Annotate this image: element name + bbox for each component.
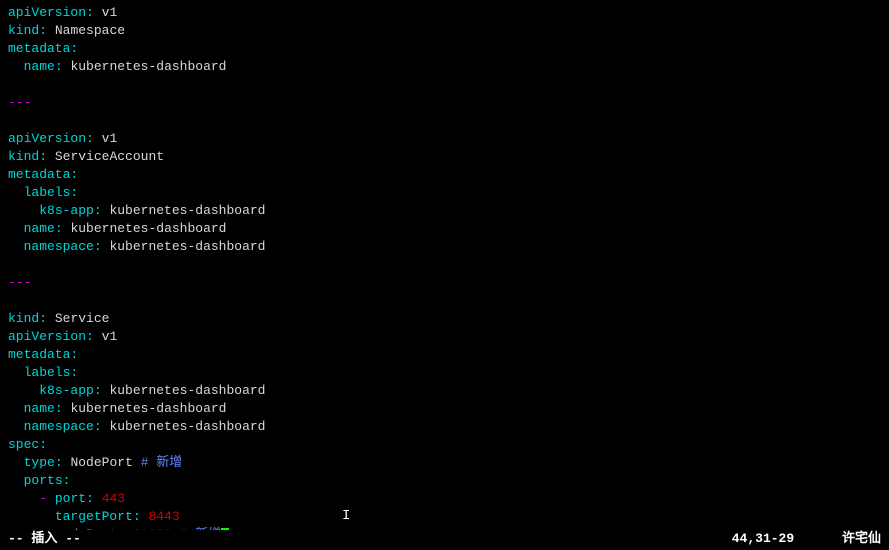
code-line: labels: [8,184,881,202]
code-line: kind: ServiceAccount [8,148,881,166]
code-line: metadata: [8,40,881,58]
code-line: apiVersion: v1 [8,328,881,346]
code-line: kind: Namespace [8,22,881,40]
code-line: kind: Service [8,310,881,328]
vim-position-info: 44,31-29 许宅仙 [732,530,881,548]
code-line: k8s-app: kubernetes-dashboard [8,382,881,400]
yaml-editor[interactable]: apiVersion: v1 kind: Namespace metadata:… [0,0,889,530]
code-line: apiVersion: v1 [8,130,881,148]
code-line: metadata: [8,346,881,364]
code-line: name: kubernetes-dashboard [8,220,881,238]
code-line: type: NodePort # 新增 [8,454,881,472]
code-line: k8s-app: kubernetes-dashboard [8,202,881,220]
code-line: ports: [8,472,881,490]
scroll-percent: 许宅仙 [842,531,881,546]
separator: --- [8,274,881,292]
code-line [8,256,881,274]
cursor-position: 44,31-29 [732,531,794,546]
code-line: apiVersion: v1 [8,4,881,22]
code-line: labels: [8,364,881,382]
code-line [8,112,881,130]
code-line: - port: 443 [8,490,881,508]
code-line: namespace: kubernetes-dashboard [8,418,881,436]
code-line: name: kubernetes-dashboard [8,58,881,76]
code-line: name: kubernetes-dashboard [8,400,881,418]
code-line [8,76,881,94]
code-line: spec: [8,436,881,454]
vim-mode: -- 插入 -- [8,530,81,548]
separator: --- [8,94,881,112]
code-line: metadata: [8,166,881,184]
code-line: namespace: kubernetes-dashboard [8,238,881,256]
code-line: targetPort: 8443 [8,508,881,526]
code-line [8,292,881,310]
vim-statusbar: -- 插入 -- 44,31-29 许宅仙 [0,530,889,548]
